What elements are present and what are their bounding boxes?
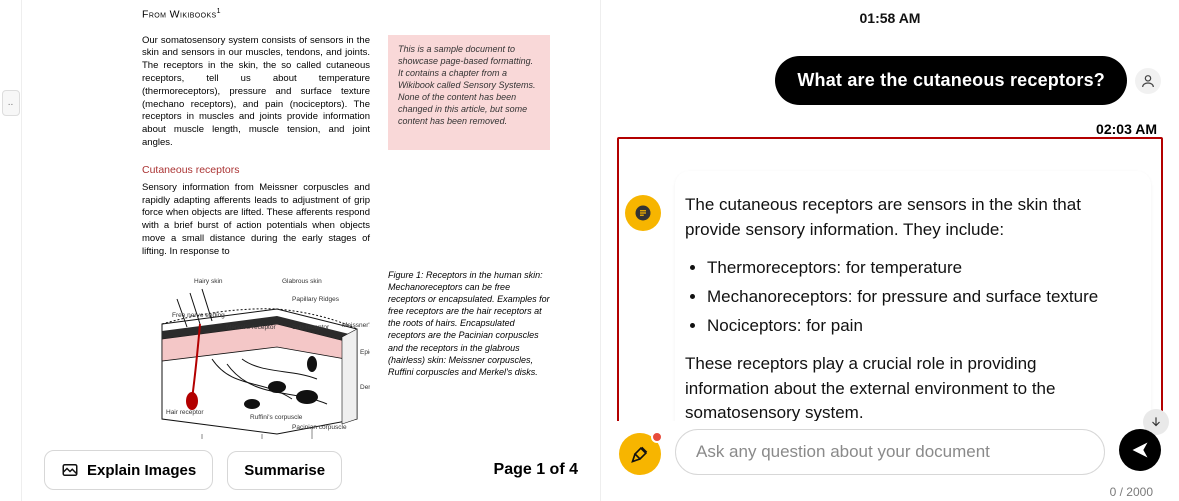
summarise-label: Summarise [244,462,325,479]
list-item: Mechanoreceptors: for pressure and surfa… [707,285,1119,310]
clear-chat-button[interactable] [619,433,661,475]
svg-text:Meissner's corpuscle: Meissner's corpuscle [342,322,370,329]
timestamp-2: 02:03 AM [617,121,1157,137]
svg-text:Glabrous skin: Glabrous skin [282,278,322,285]
timestamp-1: 01:58 AM [617,10,1163,26]
document-viewport[interactable]: From Wikibooks1 Our somatosensory system… [22,0,600,439]
user-message-row: What are the cutaneous receptors? [617,56,1163,105]
svg-text:Hair receptor: Hair receptor [166,409,204,416]
from-wikibooks-heading: From Wikibooks1 [142,8,570,21]
chat-pane: 01:58 AM What are the cutaneous receptor… [600,0,1179,501]
chat-scroll[interactable]: 01:58 AM What are the cutaneous receptor… [601,0,1179,421]
chat-input-placeholder: Ask any question about your document [696,442,990,462]
explain-images-button[interactable]: Explain Images [44,450,213,490]
cutaneous-receptors-heading: Cutaneous receptors [142,164,570,176]
user-message-bubble: What are the cutaneous receptors? [775,56,1127,105]
assistant-outro-text: These receptors play a crucial role in p… [685,352,1119,421]
notification-dot [651,431,663,443]
summarise-button[interactable]: Summarise [227,451,342,490]
svg-text:Free nerve ending: Free nerve ending [172,312,225,319]
document-pane: From Wikibooks1 Our somatosensory system… [22,0,600,501]
assistant-intro-text: The cutaneous receptors are sensors in t… [685,193,1119,242]
chat-input-bar: Ask any question about your document 0 /… [601,421,1179,501]
svg-text:Merkel's receptor: Merkel's receptor [226,324,276,331]
svg-text:Dermis: Dermis [360,384,370,391]
broom-icon [630,444,650,464]
page-indicator: Page 1 of 4 [494,461,578,479]
image-icon [61,461,79,479]
svg-text:Ruffini's corpuscle: Ruffini's corpuscle [250,414,303,421]
send-icon [1130,440,1150,460]
char-counter: 0 / 2000 [1110,485,1153,499]
assistant-icon [634,204,652,222]
list-item: Nociceptors: for pain [707,314,1119,339]
assistant-message-card: The cutaneous receptors are sensors in t… [675,171,1151,421]
assistant-bullet-list: Thermoreceptors: for temperature Mechano… [707,256,1119,338]
svg-text:Epidermis: Epidermis [360,349,370,356]
cutaneous-paragraph: Sensory information from Meissner corpus… [142,182,370,259]
svg-text:Pacinian corpuscle: Pacinian corpuscle [292,424,347,431]
intro-paragraph: Our somatosensory system consists of sen… [142,35,370,150]
svg-text:Papillary Ridges: Papillary Ridges [292,296,340,303]
skin-cross-section-figure: Hairy skin Glabrous skin Papillary Ridge… [142,269,370,439]
assistant-avatar [625,195,661,231]
ai-response-highlight: The cutaneous receptors are sensors in t… [617,137,1163,421]
document-toolbar: Explain Images Summarise Page 1 of 4 [22,439,600,501]
sample-document-callout: This is a sample document to showcase pa… [388,35,550,150]
user-avatar [1135,68,1161,94]
left-sidebar: .. [0,0,22,501]
explain-images-label: Explain Images [87,462,196,479]
document-page: From Wikibooks1 Our somatosensory system… [52,8,570,439]
figure-caption: Figure 1: Receptors in the human skin: M… [388,269,550,439]
person-icon [1140,73,1156,89]
svg-text:Hairy skin: Hairy skin [194,278,223,285]
svg-text:Sub receptor: Sub receptor [292,324,330,331]
sidebar-stub[interactable]: .. [2,90,20,116]
chat-input[interactable]: Ask any question about your document [675,429,1105,475]
list-item: Thermoreceptors: for temperature [707,256,1119,281]
send-button[interactable] [1119,429,1161,471]
